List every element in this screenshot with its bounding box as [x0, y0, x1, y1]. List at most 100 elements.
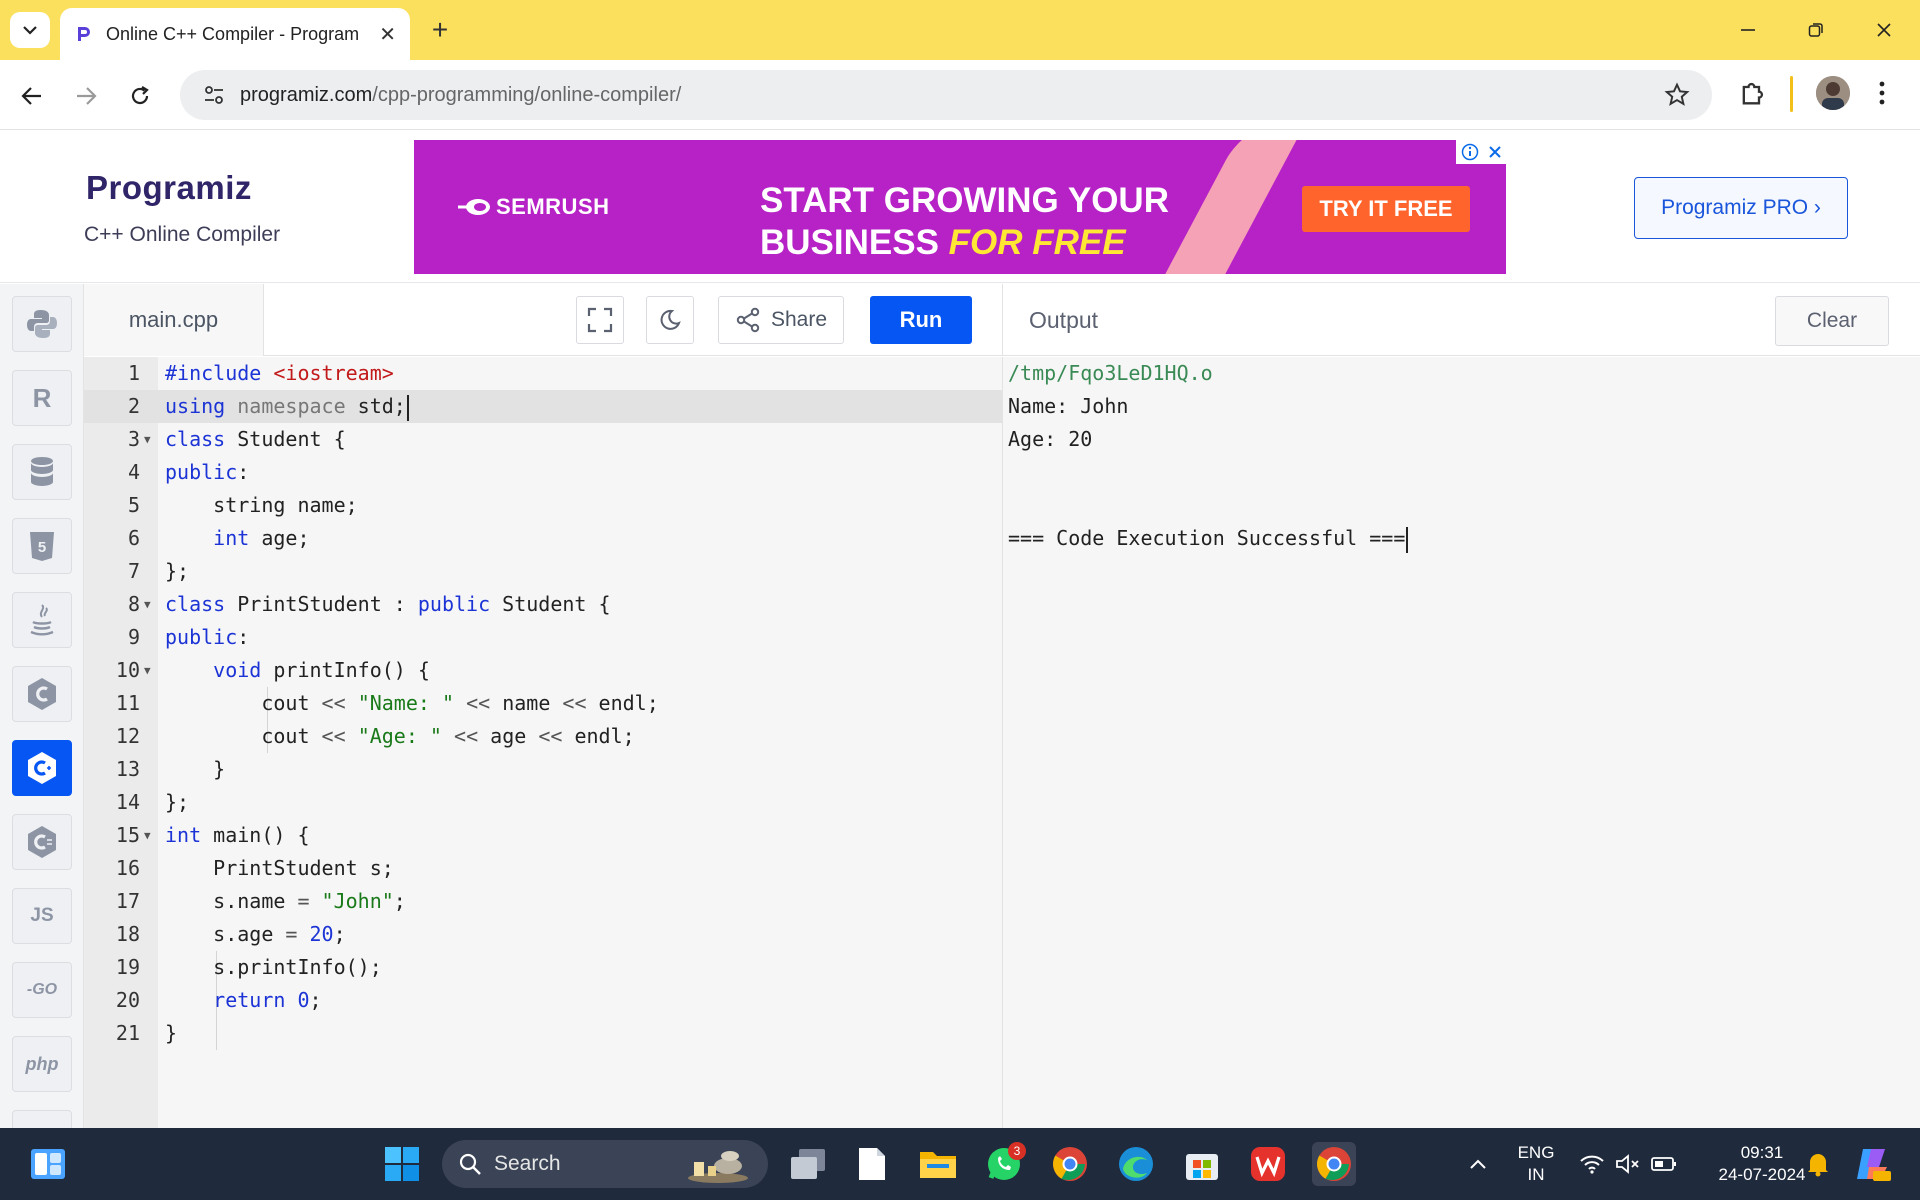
fold-toggle-icon[interactable]: ▼	[144, 423, 151, 456]
share-button[interactable]: Share	[718, 296, 844, 344]
code-line[interactable]: 6 int age;	[84, 522, 1002, 555]
code-line[interactable]: 7};	[84, 555, 1002, 588]
bookmark-star-icon[interactable]	[1664, 82, 1690, 113]
sidebar-item-go[interactable]: -GO	[12, 962, 72, 1018]
editor-toolbar: main.cpp Share Run	[84, 284, 1002, 356]
code-line[interactable]: 18 s.age = 20;	[84, 918, 1002, 951]
taskbar-microsoft-store[interactable]	[1180, 1142, 1224, 1186]
close-ad-icon[interactable]	[1488, 145, 1502, 159]
sidebar-item-c[interactable]	[12, 666, 72, 722]
chrome-icon	[1053, 1147, 1087, 1181]
code-text: string name;	[165, 493, 358, 517]
r-icon: R	[32, 382, 52, 413]
code-content[interactable]: 1 #include <iostream> 2 using namespace std…	[84, 357, 1002, 1050]
code-line[interactable]: 12 cout << "Age: " << age << endl;	[84, 720, 1002, 753]
site-info-icon[interactable]	[200, 81, 228, 109]
fold-toggle-icon[interactable]: ▼	[144, 654, 151, 687]
code-line[interactable]: 11 cout << "Name: " << name << endl;	[84, 687, 1002, 720]
notifications-button[interactable]	[1796, 1142, 1840, 1186]
sidebar-item-csharp[interactable]	[12, 814, 72, 870]
minimize-button[interactable]	[1728, 14, 1768, 46]
taskbar-wps-office[interactable]	[1246, 1142, 1290, 1186]
fullscreen-icon	[587, 307, 613, 333]
clear-button[interactable]: Clear	[1775, 296, 1889, 346]
task-view-button[interactable]	[786, 1142, 830, 1186]
taskbar-file-app[interactable]	[850, 1142, 894, 1186]
code-line[interactable]: 5 string name;	[84, 489, 1002, 522]
copilot-button[interactable]	[1850, 1142, 1894, 1186]
restore-button[interactable]	[1796, 14, 1836, 46]
close-tab-icon[interactable]: ✕	[379, 22, 396, 47]
start-button[interactable]	[380, 1142, 424, 1186]
code-line[interactable]: 17 s.name = "John";	[84, 885, 1002, 918]
html5-icon: 5	[30, 532, 54, 561]
file-tab-main-cpp[interactable]: main.cpp	[84, 284, 264, 356]
extensions-button[interactable]	[1738, 80, 1766, 113]
back-button[interactable]	[14, 78, 50, 114]
reload-button[interactable]	[122, 78, 158, 114]
advertisement-banner[interactable]: SEMRUSH START GROWING YOUR BUSINESS FOR …	[414, 140, 1506, 274]
taskbar-edge[interactable]	[1114, 1142, 1158, 1186]
code-line[interactable]: 8 ▼ class PrintStudent : public Student {	[84, 588, 1002, 621]
code-line[interactable]: 14};	[84, 786, 1002, 819]
fullscreen-button[interactable]	[576, 296, 624, 344]
sidebar-item-r[interactable]: R	[12, 370, 72, 426]
tab-search-button[interactable]	[10, 12, 50, 48]
new-tab-button[interactable]: +	[424, 14, 456, 46]
code-text: void printInfo() {	[213, 658, 430, 682]
fold-toggle-icon[interactable]: ▼	[144, 588, 151, 621]
sidebar-item-sql[interactable]	[12, 444, 72, 500]
widgets-button[interactable]	[26, 1142, 70, 1186]
code-text: #include <iostream>	[165, 361, 394, 385]
code-line[interactable]: 4 public:	[84, 456, 1002, 489]
taskbar-whatsapp[interactable]: 3	[982, 1142, 1026, 1186]
sidebar-item-more[interactable]	[12, 1110, 72, 1128]
browser-tab-active[interactable]: Online C++ Compiler - Program ✕	[60, 8, 410, 60]
sidebar-item-php[interactable]: php	[12, 1036, 72, 1092]
browser-menu-button[interactable]	[1878, 80, 1886, 111]
input-language-indicator[interactable]: ENG IN	[1506, 1142, 1566, 1186]
programiz-pro-button[interactable]: Programiz PRO ›	[1634, 177, 1848, 239]
code-editor[interactable]: 1 #include <iostream> 2 using namespace std…	[84, 357, 1002, 1128]
forward-button[interactable]	[68, 78, 104, 114]
taskbar-search[interactable]: Search	[442, 1140, 768, 1188]
line-number: 4	[127, 460, 140, 484]
browser-tab-strip: Online C++ Compiler - Program ✕ +	[0, 0, 1920, 60]
ad-cta-button[interactable]: TRY IT FREE	[1302, 186, 1470, 232]
run-button[interactable]: Run	[870, 296, 972, 344]
code-line[interactable]: 15 ▼ int main() {	[84, 819, 1002, 852]
taskbar-chrome-active[interactable]	[1312, 1142, 1356, 1186]
code-line[interactable]: 2 using namespace std;	[84, 390, 1002, 423]
battery-status[interactable]	[1642, 1142, 1686, 1186]
code-line[interactable]: 9 public:	[84, 621, 1002, 654]
code-line[interactable]: 1 #include <iostream>	[84, 357, 1002, 390]
code-line[interactable]: 20 return 0;	[84, 984, 1002, 1017]
taskbar-file-explorer[interactable]	[916, 1142, 960, 1186]
info-icon[interactable]	[1461, 143, 1479, 161]
chevron-up-icon	[1470, 1159, 1486, 1169]
address-bar[interactable]: programiz.com/cpp-programming/online-com…	[180, 70, 1712, 120]
dark-mode-button[interactable]	[646, 296, 694, 344]
code-line[interactable]: 10 ▼ void printInfo() {	[84, 654, 1002, 687]
ad-headline-line1: START GROWING YOUR	[760, 181, 1169, 220]
sidebar-item-java[interactable]	[12, 592, 72, 648]
code-line[interactable]: 21}	[84, 1017, 1002, 1050]
sidebar-item-javascript[interactable]: JS	[12, 888, 72, 944]
sidebar-item-python[interactable]	[12, 296, 72, 352]
code-line[interactable]: 3 ▼ class Student {	[84, 423, 1002, 456]
code-text: public:	[165, 625, 250, 649]
js-icon: JS	[30, 905, 54, 926]
output-console[interactable]: /tmp/Fqo3LeD1HQ.o Name: John Age: 20 === Co…	[1002, 357, 1920, 1128]
show-hidden-icons-button[interactable]	[1456, 1142, 1500, 1186]
code-line[interactable]: 13 }	[84, 753, 1002, 786]
taskbar-chrome[interactable]	[1048, 1142, 1092, 1186]
sidebar-item-cpp[interactable]	[12, 740, 72, 796]
sidebar-item-html[interactable]: 5	[12, 518, 72, 574]
close-window-button[interactable]	[1864, 14, 1904, 46]
code-line[interactable]: 16 PrintStudent s;	[84, 852, 1002, 885]
code-line[interactable]: 19 s.printInfo();	[84, 951, 1002, 984]
programiz-logo[interactable]: Programiz	[86, 169, 252, 207]
fold-toggle-icon[interactable]: ▼	[144, 819, 151, 852]
profile-avatar[interactable]	[1816, 76, 1850, 110]
